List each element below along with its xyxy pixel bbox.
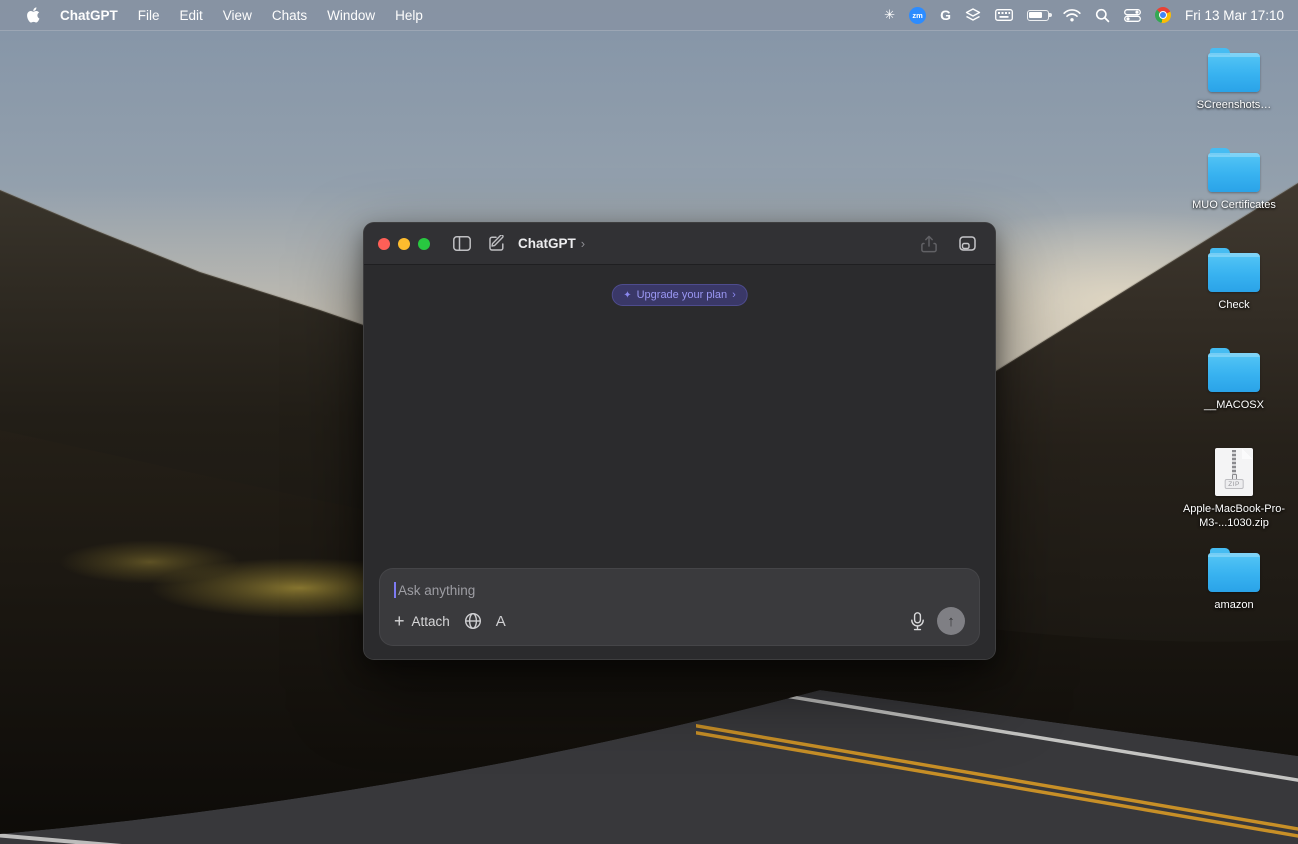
- desktop-item-label: Check: [1181, 298, 1287, 312]
- minimize-button[interactable]: [398, 238, 410, 250]
- desktop-item-label: SCreenshots…: [1181, 98, 1287, 112]
- dictate-button[interactable]: [910, 612, 925, 631]
- spotlight-search[interactable]: [1095, 5, 1110, 25]
- desktop-item-muo-certificates[interactable]: MUO Certificates: [1181, 146, 1287, 246]
- message-composer[interactable]: Ask anything + Attach: [379, 568, 980, 646]
- microphone-icon: [910, 612, 925, 631]
- close-button[interactable]: [378, 238, 390, 250]
- menu-item-view[interactable]: View: [213, 8, 262, 23]
- sparkle-icon: ✦: [623, 290, 631, 301]
- keyboard-icon: [995, 9, 1013, 21]
- compose-icon: [488, 235, 505, 252]
- a-icon: A: [496, 613, 506, 630]
- desktop-item-macosx[interactable]: __MACOSX: [1181, 346, 1287, 446]
- desktop-item-label: MUO Certificates: [1181, 198, 1287, 212]
- control-center[interactable]: [1124, 5, 1141, 25]
- desktop-item-zip[interactable]: ZIP Apple-MacBook-Pro-M3-...1030.zip: [1181, 446, 1287, 546]
- menu-item-file[interactable]: File: [128, 8, 170, 23]
- globe-icon: [464, 612, 482, 630]
- layers-icon: [965, 8, 981, 22]
- attach-label: Attach: [412, 614, 450, 629]
- wifi-status[interactable]: [1063, 5, 1081, 25]
- share-upload-icon: [921, 235, 937, 253]
- chat-content-area: ✦ Upgrade your plan › Ask anything + Att…: [364, 265, 995, 659]
- page-title: ChatGPT: [518, 236, 576, 251]
- chevron-right-icon: ›: [732, 289, 736, 301]
- window-titlebar[interactable]: ChatGPT ›: [364, 223, 995, 265]
- control-center-icon: [1124, 9, 1141, 22]
- upgrade-plan-button[interactable]: ✦ Upgrade your plan ›: [611, 284, 748, 306]
- layers-status-icon[interactable]: [965, 5, 981, 25]
- chrome-status-icon[interactable]: [1155, 5, 1171, 25]
- sidebar-icon: [453, 236, 471, 251]
- text-caret: [394, 582, 396, 598]
- upgrade-plan-label: Upgrade your plan: [637, 289, 728, 301]
- menu-bar: ChatGPT File Edit View Chats Window Help…: [0, 0, 1298, 31]
- battery-status[interactable]: [1027, 5, 1049, 25]
- search-icon: [1095, 8, 1110, 23]
- chatgpt-status-icon[interactable]: ✳: [884, 5, 895, 25]
- desktop-icon-column: SCreenshots… MUO Certificates Check __MA…: [1178, 46, 1290, 646]
- composer-placeholder: Ask anything: [398, 583, 475, 598]
- folder-icon: [1208, 553, 1260, 592]
- sidebar-toggle-button[interactable]: [448, 231, 476, 257]
- menu-item-chats[interactable]: Chats: [262, 8, 317, 23]
- send-arrow-icon: ↑: [947, 614, 955, 629]
- companion-window-icon: [959, 236, 976, 251]
- web-search-button[interactable]: [464, 612, 482, 630]
- menu-bar-clock[interactable]: Fri 13 Mar 17:10: [1185, 8, 1284, 23]
- chrome-icon: [1155, 7, 1171, 23]
- desktop-item-label: Apple-MacBook-Pro-M3-...1030.zip: [1181, 502, 1287, 530]
- companion-window-button[interactable]: [953, 231, 981, 257]
- wifi-icon: [1063, 9, 1081, 22]
- chevron-right-icon: ›: [581, 236, 585, 251]
- folder-icon: [1208, 353, 1260, 392]
- folder-icon: [1208, 53, 1260, 92]
- desktop-item-label: __MACOSX: [1181, 398, 1287, 412]
- share-button[interactable]: [915, 231, 943, 257]
- apps-button[interactable]: A: [496, 613, 506, 630]
- desktop-screen: ChatGPT File Edit View Chats Window Help…: [0, 0, 1298, 844]
- menu-item-window[interactable]: Window: [317, 8, 385, 23]
- zip-file-icon: ZIP: [1215, 448, 1253, 496]
- apple-menu[interactable]: [16, 7, 50, 23]
- composer-input[interactable]: Ask anything: [394, 582, 965, 598]
- zoom-status-icon[interactable]: zm: [909, 5, 926, 25]
- desktop-item-label: amazon: [1181, 598, 1287, 612]
- menu-item-chatgpt[interactable]: ChatGPT: [50, 8, 128, 23]
- new-chat-button[interactable]: [482, 231, 510, 257]
- grammarly-status-icon[interactable]: G: [940, 5, 951, 25]
- menu-item-edit[interactable]: Edit: [170, 8, 213, 23]
- attach-button[interactable]: + Attach: [394, 612, 450, 630]
- menu-item-help[interactable]: Help: [385, 8, 433, 23]
- window-title[interactable]: ChatGPT ›: [518, 236, 585, 251]
- battery-icon: [1027, 10, 1049, 21]
- desktop-item-screenshots[interactable]: SCreenshots…: [1181, 46, 1287, 146]
- plus-icon: +: [394, 612, 405, 630]
- keyboard-status-icon[interactable]: [995, 5, 1013, 25]
- folder-icon: [1208, 153, 1260, 192]
- folder-icon: [1208, 253, 1260, 292]
- traffic-lights: [378, 238, 430, 250]
- zoom-button[interactable]: [418, 238, 430, 250]
- chatgpt-window: ChatGPT › ✦ Upgrade your plan: [363, 222, 996, 660]
- desktop-item-check[interactable]: Check: [1181, 246, 1287, 346]
- desktop-item-amazon[interactable]: amazon: [1181, 546, 1287, 646]
- apple-icon: [26, 7, 40, 23]
- send-button[interactable]: ↑: [937, 607, 965, 635]
